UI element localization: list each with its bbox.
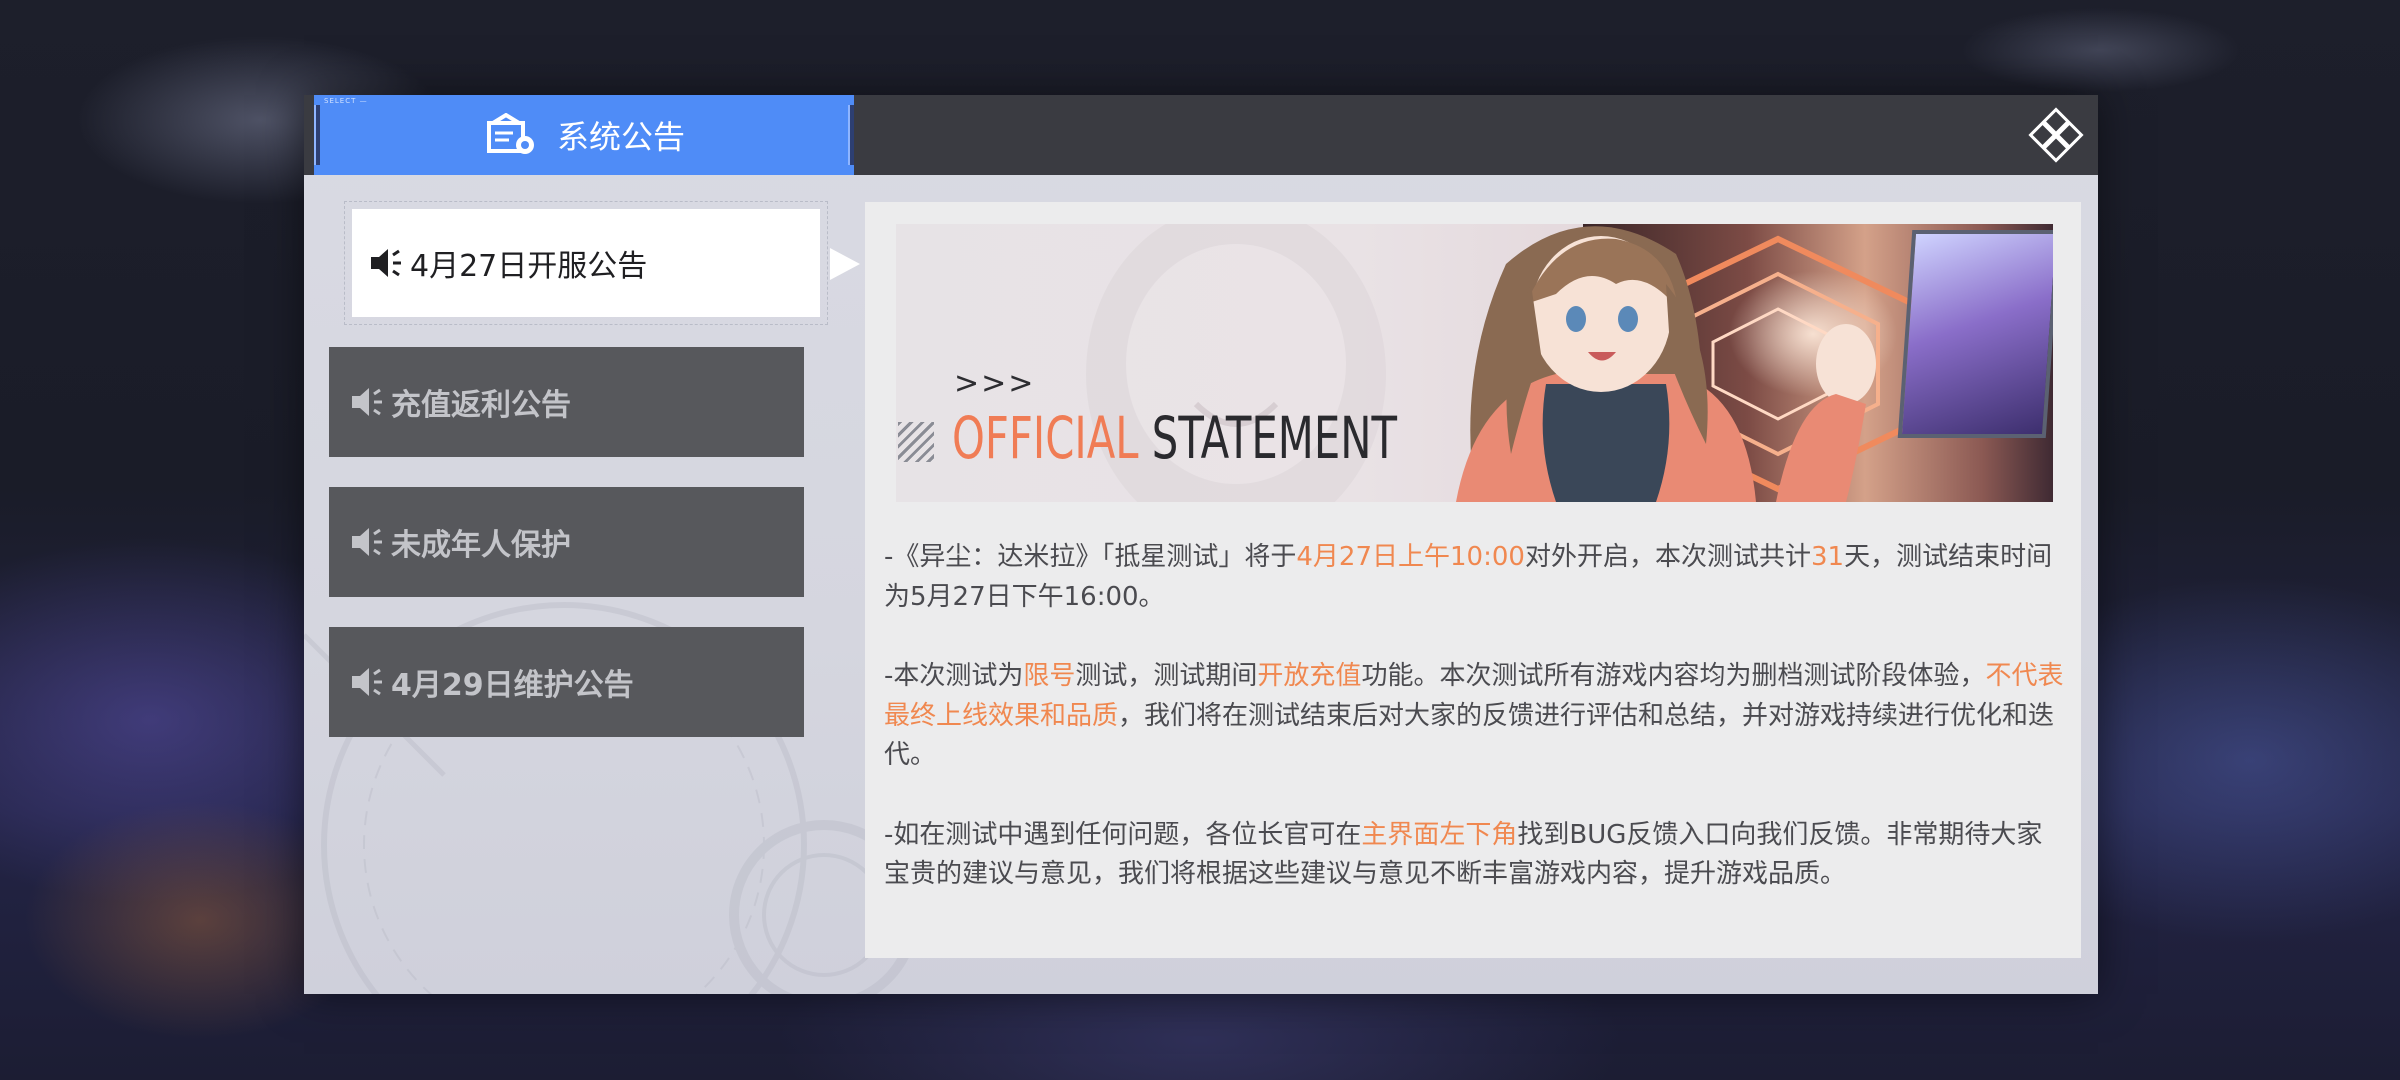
nav-item-recharge-rebate[interactable]: 充值返利公告 <box>329 347 804 457</box>
highlight-text: 限号 <box>1023 661 1076 691</box>
dialog-header: SELECT — 系统公告 <box>304 95 2098 175</box>
speaker-icon <box>352 388 382 416</box>
speaker-icon <box>352 668 382 696</box>
nav-selection-arrow <box>830 248 860 280</box>
tab-select-tag: SELECT — <box>324 97 368 105</box>
nav-item-minor-protection[interactable]: 未成年人保护 <box>329 487 804 597</box>
speaker-icon <box>371 249 401 277</box>
text-segment: -本次测试为 <box>884 661 1024 691</box>
announcement-content: >>> OFFICIAL STATEMENT -《异尘：达米拉》「抵星测试」将于… <box>865 202 2081 958</box>
highlight-text: 4月27日上午10:00 <box>1296 542 1525 572</box>
paragraph-2: -本次测试为限号测试，测试期间开放充值功能。本次测试所有游戏内容均为删档测试阶段… <box>884 657 2064 776</box>
announcement-body: -《异尘：达米拉》「抵星测试」将于4月27日上午10:00对外开启，本次测试共计… <box>884 538 2064 935</box>
tab-system-announcement[interactable]: SELECT — 系统公告 <box>314 95 854 175</box>
highlight-text: 主界面左下角 <box>1361 819 1518 850</box>
text-segment: -《异尘：达米拉》「抵星测试」将于 <box>884 542 1297 572</box>
nav-item-label: 4月27日开服公告 <box>410 249 648 284</box>
text-segment: 测试，测试期间 <box>1075 661 1258 691</box>
highlight-text: 31 <box>1810 542 1845 572</box>
banner-title: OFFICIAL STATEMENT <box>952 404 1397 472</box>
banner-arrows: >>> <box>954 366 1036 401</box>
nav-item-label: 4月29日维护公告 <box>391 668 634 703</box>
nav-item-label: 未成年人保护 <box>391 528 571 563</box>
official-statement-banner: >>> OFFICIAL STATEMENT <box>896 224 2053 502</box>
nav-item-opening-announcement[interactable]: 4月27日开服公告 <box>352 209 820 317</box>
close-icon[interactable] <box>2026 105 2086 165</box>
text-segment: 功能。本次测试所有游戏内容均为删档测试阶段体验， <box>1361 661 1986 691</box>
tab-label: 系统公告 <box>556 118 685 156</box>
banner-title-word1: OFFICIAL <box>952 404 1139 472</box>
banner-character-art <box>1456 226 1876 502</box>
banner-stripes <box>898 422 934 462</box>
banner-title-word2: STATEMENT <box>1151 404 1397 472</box>
speaker-icon <box>352 528 382 556</box>
paragraph-1: -《异尘：达米拉》「抵星测试」将于4月27日上午10:00对外开启，本次测试共计… <box>884 538 2064 617</box>
announcement-dialog: SELECT — 系统公告 4月27日开服公告 充值返利公告 未成年人保护 4月… <box>304 95 2098 994</box>
highlight-text: 开放充值 <box>1257 661 1362 691</box>
nav-item-maintenance-announcement[interactable]: 4月29日维护公告 <box>329 627 804 737</box>
paragraph-3: -如在测试中遇到任何问题，各位长官可在主界面左下角找到BUG反馈入口向我们反馈。… <box>884 816 2064 895</box>
text-segment: 对外开启，本次测试共计 <box>1524 542 1811 572</box>
announcement-board-icon <box>486 113 534 154</box>
nav-item-label: 充值返利公告 <box>391 388 571 423</box>
text-segment: -如在测试中遇到任何问题，各位长官可在 <box>884 819 1362 850</box>
